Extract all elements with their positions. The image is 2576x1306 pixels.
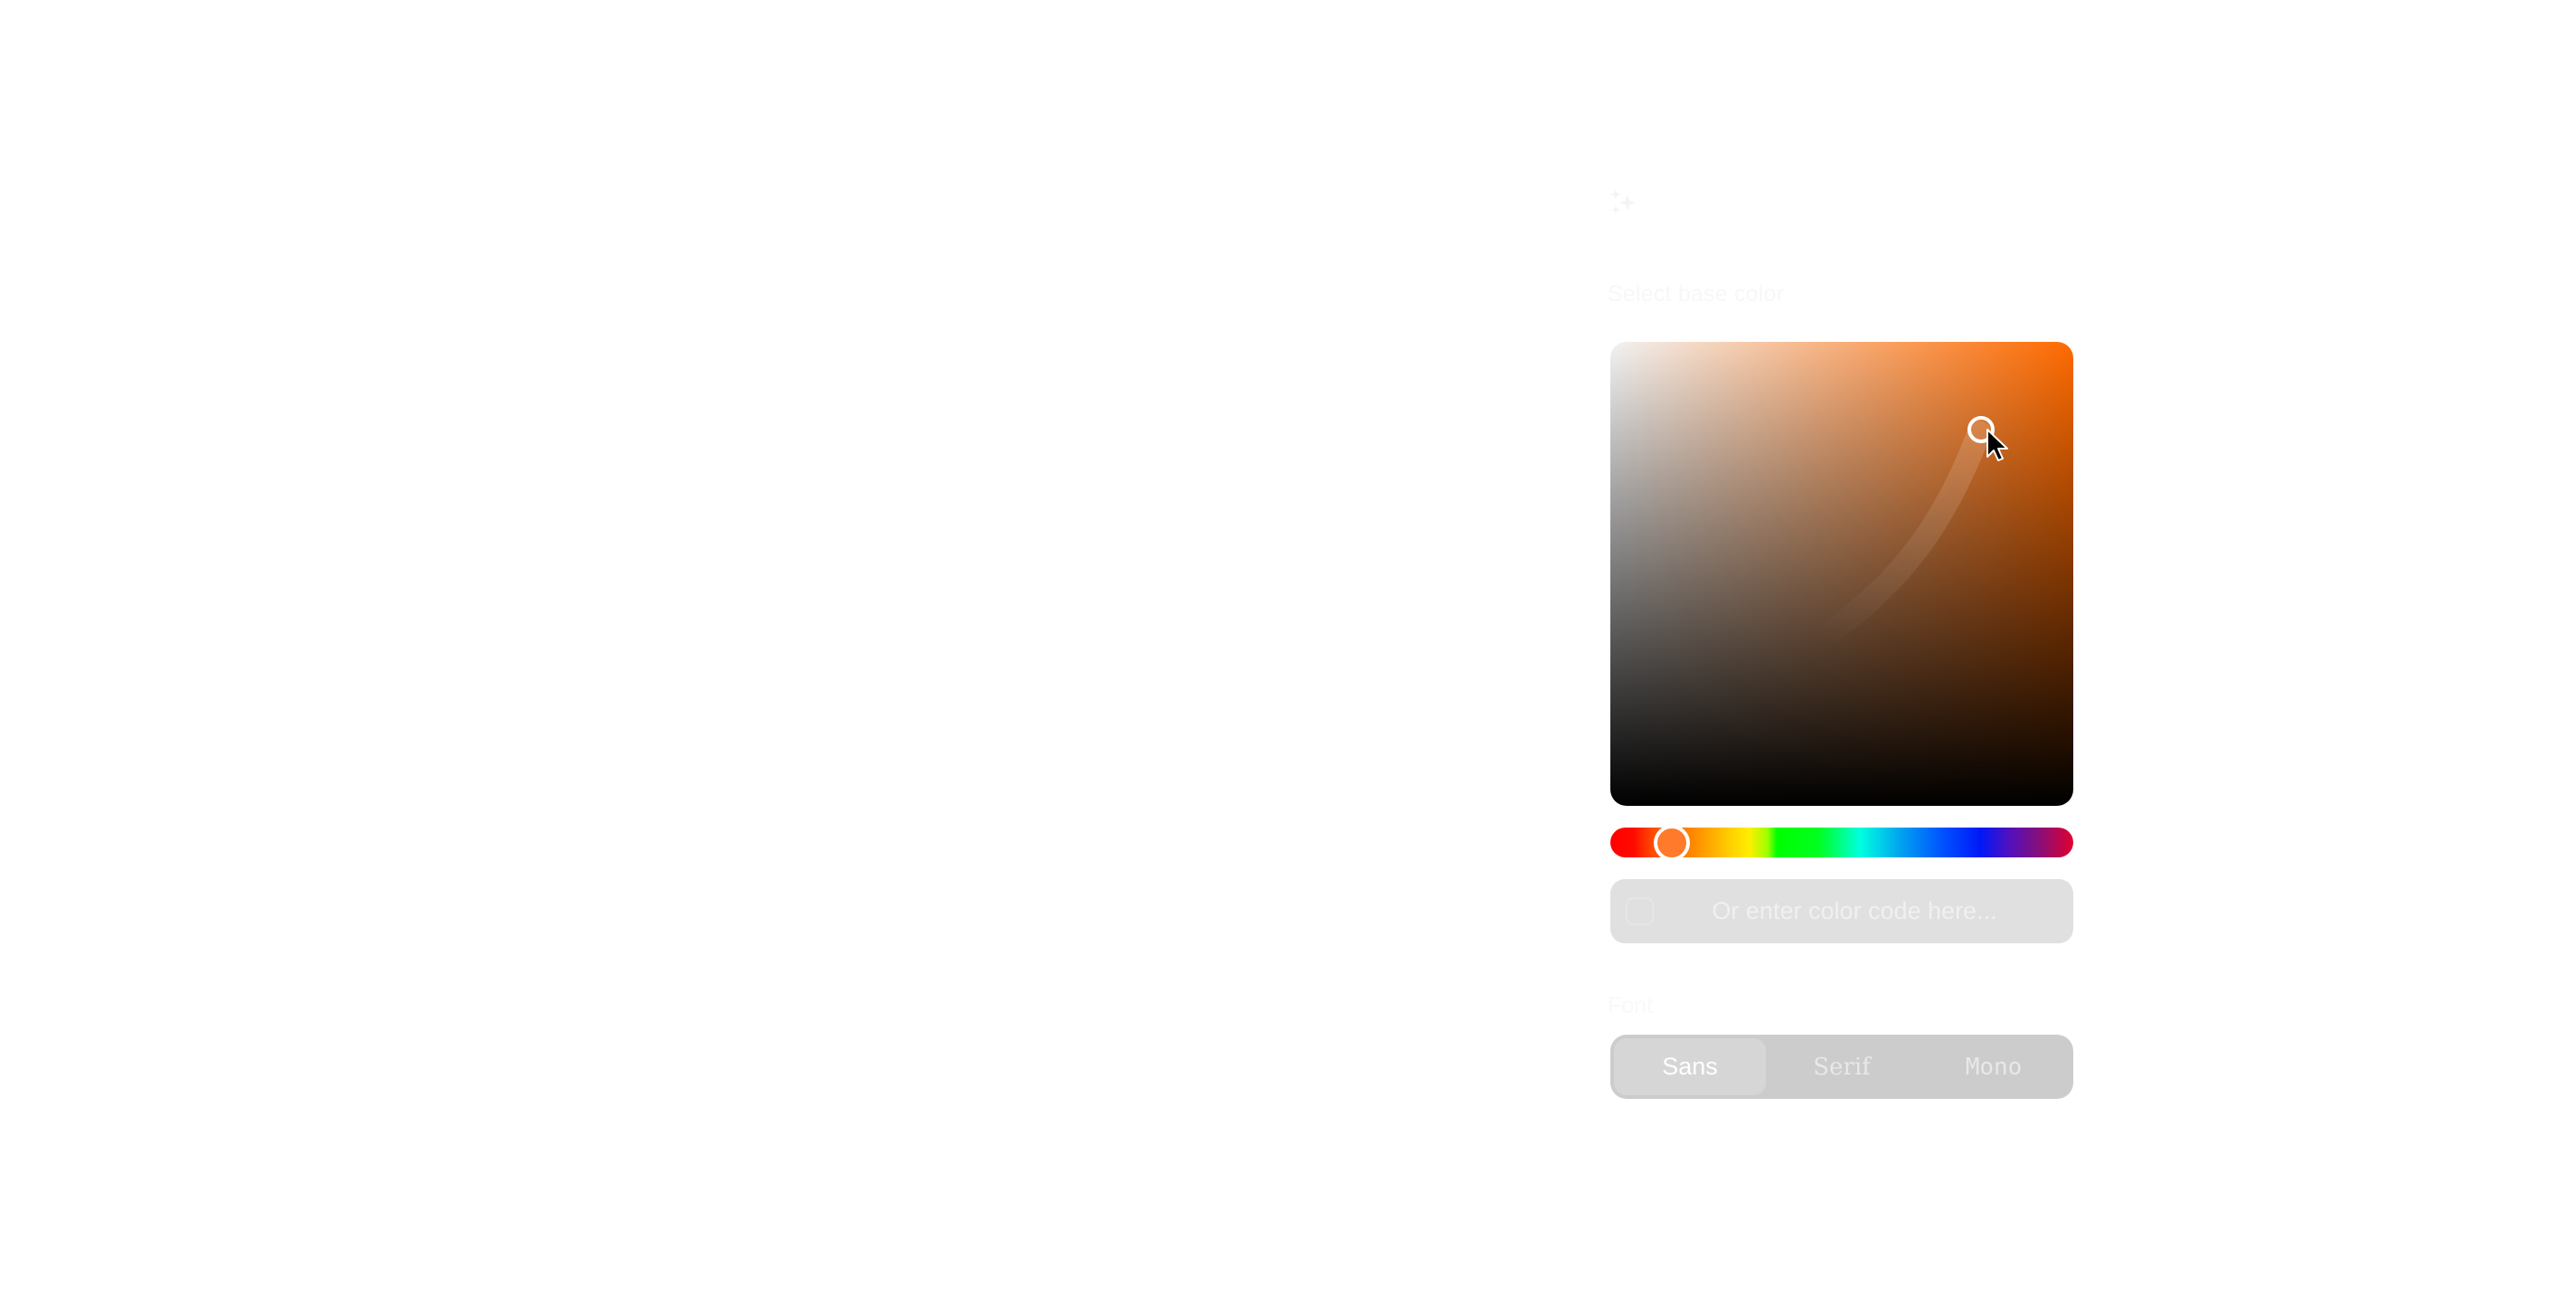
saturation-value-picker[interactable]: [1610, 342, 2073, 806]
select-base-color-heading: Select base color: [1608, 281, 1785, 307]
color-code-input[interactable]: [1610, 879, 2073, 943]
font-segmented-control: Sans Serif Mono: [1610, 1035, 2073, 1099]
mouse-cursor-icon: [1986, 429, 2008, 461]
font-option-serif[interactable]: Serif: [1766, 1038, 1918, 1095]
drag-trail: [1807, 421, 1991, 652]
font-label: Font: [1608, 993, 1654, 1018]
hue-slider[interactable]: [1610, 824, 2073, 861]
font-option-sans[interactable]: Sans: [1614, 1038, 1766, 1095]
color-code-field[interactable]: [1610, 879, 2073, 943]
sparkles-icon: [1610, 189, 1636, 214]
hue-slider-thumb[interactable]: [1654, 824, 1691, 861]
font-option-mono[interactable]: Mono: [1918, 1038, 2070, 1095]
